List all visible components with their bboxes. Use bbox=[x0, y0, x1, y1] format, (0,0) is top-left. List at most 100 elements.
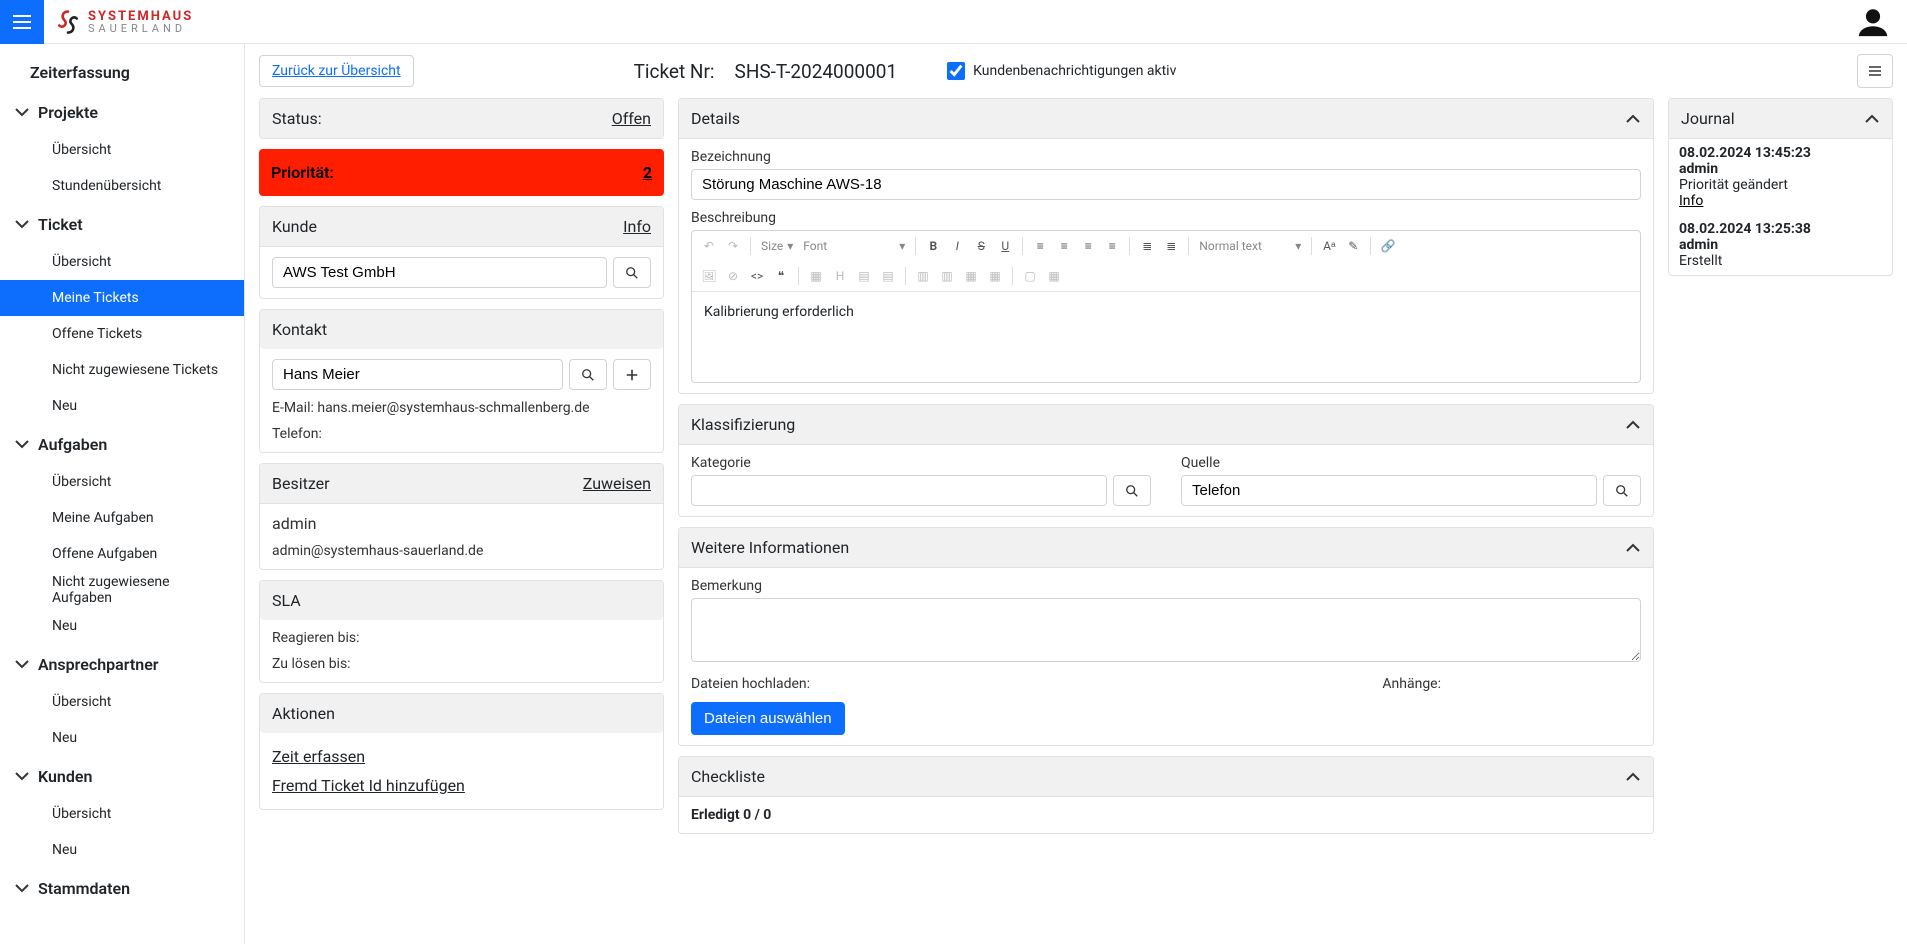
sidebar-item-ticket-uebersicht[interactable]: Übersicht bbox=[0, 244, 244, 280]
search-icon bbox=[625, 266, 639, 280]
rte-merge-icon[interactable]: ▦ bbox=[960, 265, 982, 287]
rte-unlink-icon[interactable]: ⊘ bbox=[722, 265, 744, 287]
sidebar-group-ticket[interactable]: Ticket bbox=[0, 204, 244, 244]
sidebar-item-aufgaben-meine[interactable]: Meine Aufgaben bbox=[0, 500, 244, 536]
chevron-down-icon bbox=[14, 216, 30, 232]
user-avatar-button[interactable] bbox=[1853, 2, 1893, 42]
sidebar-item-ticket-unassigned[interactable]: Nicht zugewiesene Tickets bbox=[0, 352, 244, 388]
description-body[interactable]: Kalibrierung erforderlich bbox=[692, 292, 1640, 382]
chevron-up-icon bbox=[1625, 417, 1641, 433]
source-input[interactable] bbox=[1181, 475, 1597, 506]
more-info-collapse-button[interactable] bbox=[1625, 540, 1641, 556]
sidebar-group-aufgaben[interactable]: Aufgaben bbox=[0, 424, 244, 464]
rte-header-icon[interactable]: H bbox=[829, 265, 851, 287]
sidebar-item-ticket-meine[interactable]: Meine Tickets bbox=[0, 280, 244, 316]
sidebar-item-projekte-stunden[interactable]: Stundenübersicht bbox=[0, 168, 244, 204]
sidebar-item-aufgaben-unassigned[interactable]: Nicht zugewiesene Aufgaben bbox=[0, 572, 244, 608]
brand-line2: SAUERLAND bbox=[88, 23, 193, 34]
owner-name: admin bbox=[272, 514, 651, 533]
rte-ul-icon[interactable]: ≣ bbox=[1160, 235, 1182, 257]
rte-italic-icon[interactable]: I bbox=[946, 235, 968, 257]
rte-align-left-icon[interactable]: ≡ bbox=[1029, 235, 1051, 257]
journal-info-link[interactable]: Info bbox=[1679, 193, 1703, 209]
rte-underline-icon[interactable]: U bbox=[994, 235, 1016, 257]
rte-align-justify-icon[interactable]: ≡ bbox=[1101, 235, 1123, 257]
rte-font-select[interactable]: Font▾ bbox=[799, 239, 909, 253]
rte-align-center-icon[interactable]: ≡ bbox=[1053, 235, 1075, 257]
owner-label: Besitzer bbox=[272, 474, 330, 493]
sidebar-item-aufgaben-neu[interactable]: Neu bbox=[0, 608, 244, 644]
sidebar-item-ansprech-uebersicht[interactable]: Übersicht bbox=[0, 684, 244, 720]
rte-table-del-icon[interactable]: ▦ bbox=[1043, 265, 1065, 287]
rte-quote-icon[interactable]: ❝ bbox=[770, 265, 792, 287]
rte-clear-format-icon[interactable]: Aᵃ bbox=[1318, 235, 1340, 257]
context-menu-button[interactable] bbox=[1857, 54, 1893, 88]
classification-collapse-button[interactable] bbox=[1625, 417, 1641, 433]
rte-block-select[interactable]: Normal text▾ bbox=[1195, 239, 1305, 253]
journal-collapse-button[interactable] bbox=[1864, 111, 1880, 127]
sidebar-item-aufgaben-offene[interactable]: Offene Aufgaben bbox=[0, 536, 244, 572]
notify-label: Kundenbenachrichtigungen aktiv bbox=[973, 63, 1176, 79]
sidebar-group-ansprechpartner[interactable]: Ansprechpartner bbox=[0, 644, 244, 684]
sidebar-item-projekte-uebersicht[interactable]: Übersicht bbox=[0, 132, 244, 168]
category-search-button[interactable] bbox=[1113, 475, 1151, 506]
sidebar-item-kunden-neu[interactable]: Neu bbox=[0, 832, 244, 868]
rte-code-icon[interactable]: <> bbox=[746, 265, 768, 287]
customer-search-button[interactable] bbox=[613, 257, 651, 288]
checklist-label: Checkliste bbox=[691, 767, 765, 786]
back-link[interactable]: Zurück zur Übersicht bbox=[259, 55, 414, 87]
rte-color-icon[interactable]: ✎ bbox=[1342, 235, 1364, 257]
rte-toolbar: ↶ ↷ Size ▾ Font▾ B I S U bbox=[692, 231, 1640, 292]
customer-info-link[interactable]: Info bbox=[623, 217, 651, 236]
rte-redo-icon[interactable]: ↷ bbox=[722, 235, 744, 257]
details-card: Details Bezeichnung Beschreibung bbox=[678, 98, 1654, 394]
sidebar-item-ticket-offene[interactable]: Offene Tickets bbox=[0, 316, 244, 352]
contact-input[interactable] bbox=[272, 359, 563, 390]
sidebar-item-zeiterfassung[interactable]: Zeiterfassung bbox=[0, 52, 244, 92]
hamburger-icon bbox=[10, 10, 34, 34]
sidebar-item-ticket-neu[interactable]: Neu bbox=[0, 388, 244, 424]
rte-bold-icon[interactable]: B bbox=[922, 235, 944, 257]
more-info-label: Weitere Informationen bbox=[691, 538, 849, 557]
assign-link[interactable]: Zuweisen bbox=[583, 474, 651, 493]
checklist-done: Erledigt 0 / 0 bbox=[691, 807, 1641, 823]
rte-col-del-icon[interactable]: ▥ bbox=[936, 265, 958, 287]
choose-files-button[interactable]: Dateien auswählen bbox=[691, 702, 845, 735]
details-label: Details bbox=[691, 109, 740, 128]
action-zeit-erfassen[interactable]: Zeit erfassen bbox=[272, 743, 651, 770]
customer-input[interactable] bbox=[272, 257, 607, 288]
rte-image-icon[interactable]: 🖼 bbox=[698, 265, 720, 287]
remark-textarea[interactable] bbox=[691, 598, 1641, 662]
rte-undo-icon[interactable]: ↶ bbox=[698, 235, 720, 257]
sidebar-item-ansprech-neu[interactable]: Neu bbox=[0, 720, 244, 756]
source-search-button[interactable] bbox=[1603, 475, 1641, 506]
sidebar-item-aufgaben-uebersicht[interactable]: Übersicht bbox=[0, 464, 244, 500]
rte-col-add-icon[interactable]: ▥ bbox=[912, 265, 934, 287]
sidebar-group-stammdaten[interactable]: Stammdaten bbox=[0, 868, 244, 908]
rte-size-select[interactable]: Size ▾ bbox=[757, 239, 797, 253]
journal-label: Journal bbox=[1681, 109, 1735, 128]
rte-align-right-icon[interactable]: ≡ bbox=[1077, 235, 1099, 257]
name-input[interactable] bbox=[691, 169, 1641, 200]
rte-row-del-icon[interactable]: ▤ bbox=[877, 265, 899, 287]
rte-split-icon[interactable]: ▦ bbox=[984, 265, 1006, 287]
sidebar-group-kunden[interactable]: Kunden bbox=[0, 756, 244, 796]
rte-table-icon[interactable]: ▦ bbox=[805, 265, 827, 287]
hamburger-menu-button[interactable] bbox=[0, 0, 44, 44]
category-input[interactable] bbox=[691, 475, 1107, 506]
details-collapse-button[interactable] bbox=[1625, 111, 1641, 127]
rte-ol-icon[interactable]: ≣ bbox=[1136, 235, 1158, 257]
action-fremd-id[interactable]: Fremd Ticket Id hinzufügen bbox=[272, 772, 651, 799]
rte-row-add-icon[interactable]: ▤ bbox=[853, 265, 875, 287]
contact-add-button[interactable] bbox=[613, 359, 651, 390]
priority-value[interactable]: 2 bbox=[643, 163, 652, 182]
rte-link-icon[interactable]: 🔗 bbox=[1377, 235, 1399, 257]
notify-checkbox[interactable] bbox=[947, 62, 965, 80]
rte-strike-icon[interactable]: S bbox=[970, 235, 992, 257]
sidebar-item-kunden-uebersicht[interactable]: Übersicht bbox=[0, 796, 244, 832]
contact-search-button[interactable] bbox=[569, 359, 607, 390]
status-value[interactable]: Offen bbox=[612, 109, 651, 128]
sidebar-group-projekte[interactable]: Projekte bbox=[0, 92, 244, 132]
rte-cell-icon[interactable]: ▢ bbox=[1019, 265, 1041, 287]
checklist-collapse-button[interactable] bbox=[1625, 769, 1641, 785]
